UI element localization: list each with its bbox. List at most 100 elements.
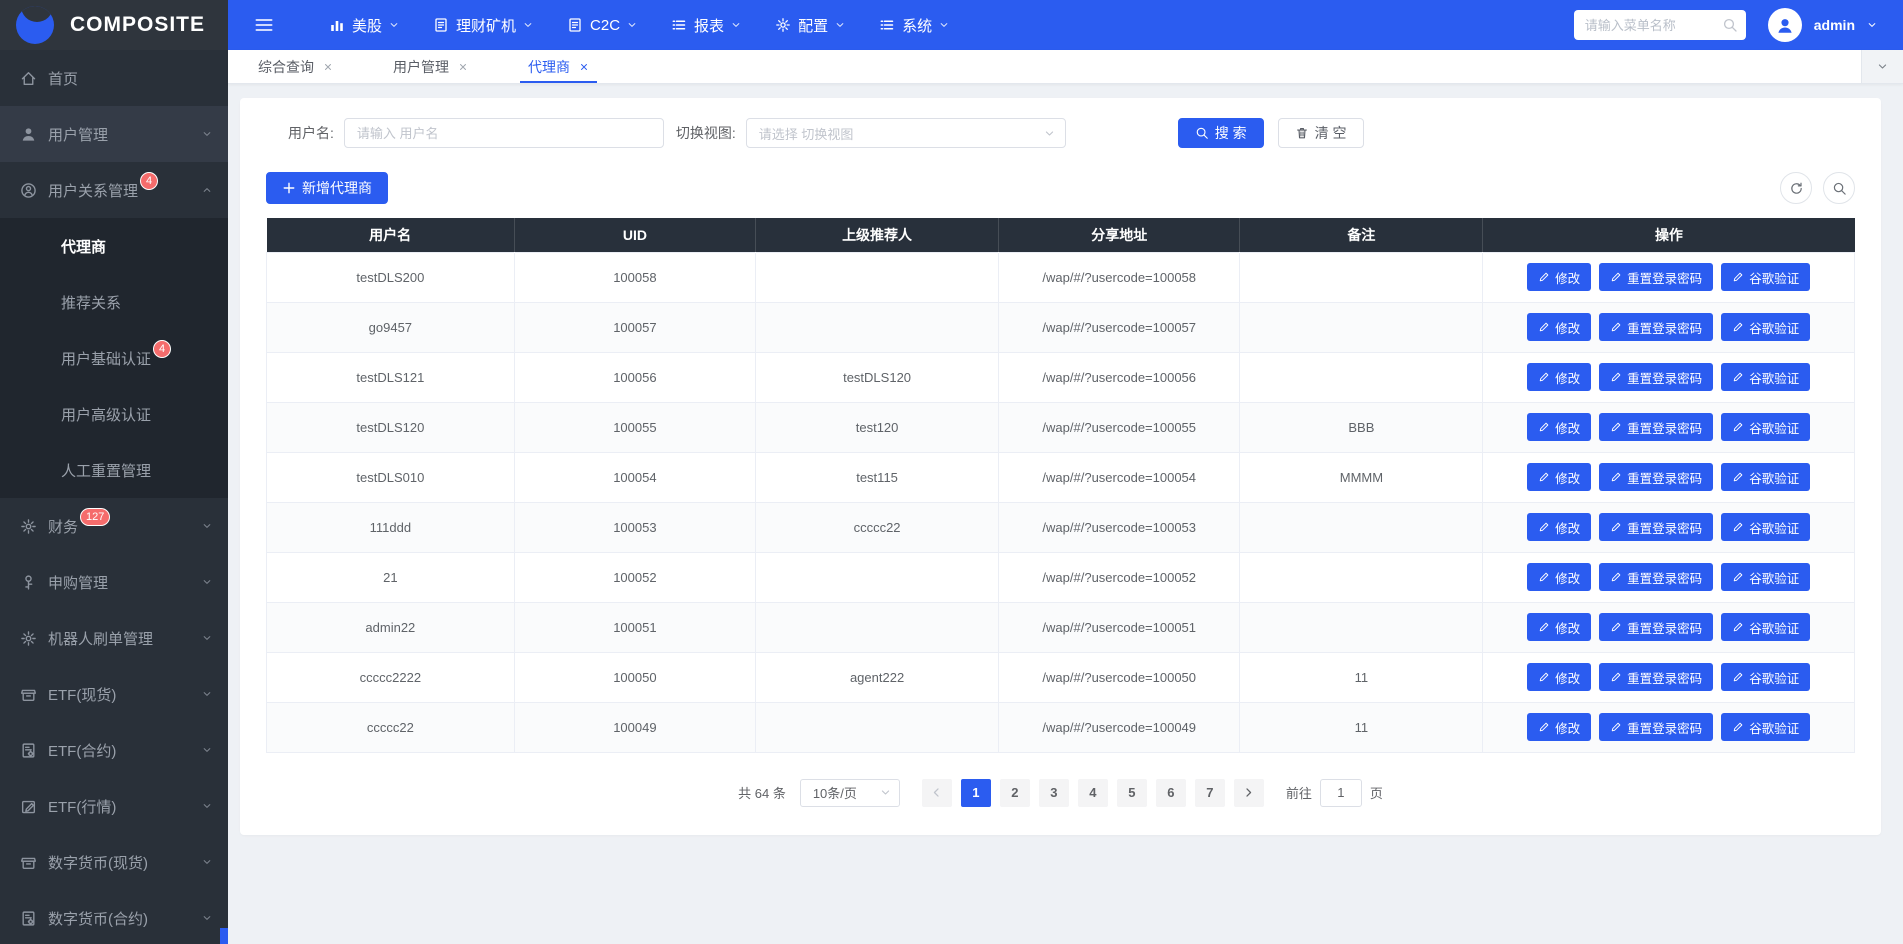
tab-user-management[interactable]: 用户管理: [385, 50, 476, 83]
page-button-1[interactable]: 1: [960, 778, 991, 807]
reset-password-button[interactable]: 重置登录密码: [1599, 663, 1714, 691]
sidebar-item-user-relation-management[interactable]: 用户关系管理 4: [0, 162, 228, 218]
reset-password-button[interactable]: 重置登录密码: [1599, 613, 1714, 641]
sidebar-scrollbar[interactable]: [220, 928, 228, 944]
sidebar-item-label: 用户关系管理: [48, 182, 139, 200]
chevron-up-icon: [202, 185, 212, 195]
edit-button[interactable]: 修改: [1527, 663, 1592, 691]
nav-item-config[interactable]: 配置: [758, 0, 862, 50]
page-size-select[interactable]: 10条/页: [799, 778, 900, 807]
reset-password-button[interactable]: 重置登录密码: [1599, 263, 1714, 291]
google-auth-button[interactable]: 谷歌验证: [1721, 513, 1811, 541]
column-search-button[interactable]: [1823, 172, 1855, 204]
sidebar-item-etf-spot[interactable]: ETF(现货): [0, 666, 228, 722]
nav-item-report[interactable]: 报表: [654, 0, 758, 50]
page-button-5[interactable]: 5: [1116, 778, 1147, 807]
column-header: UID: [514, 218, 757, 252]
cell-uid: 100050: [513, 651, 757, 703]
search-button[interactable]: 搜 索: [1177, 118, 1264, 148]
pen-icon: [1732, 321, 1744, 333]
nav-item-c2c[interactable]: C2C: [550, 0, 654, 50]
view-switch-select[interactable]: 请选择 切换视图: [745, 118, 1066, 148]
reset-password-button[interactable]: 重置登录密码: [1599, 563, 1714, 591]
search-icon[interactable]: [1722, 17, 1738, 33]
edit-button[interactable]: 修改: [1527, 463, 1592, 491]
google-auth-button[interactable]: 谷歌验证: [1721, 613, 1811, 641]
hamburger-icon[interactable]: [254, 15, 274, 35]
sidebar-item-crypto-spot[interactable]: 数字货币(现货): [0, 834, 228, 890]
username-input[interactable]: [343, 118, 664, 148]
sidebar-subitem-user-basic-auth[interactable]: 用户基础认证 4: [0, 330, 228, 386]
edit-button[interactable]: 修改: [1527, 563, 1592, 591]
clear-button[interactable]: 清 空: [1277, 118, 1364, 148]
page-button-6[interactable]: 6: [1155, 778, 1186, 807]
page-button-3[interactable]: 3: [1038, 778, 1069, 807]
google-auth-button[interactable]: 谷歌验证: [1721, 263, 1811, 291]
google-auth-button[interactable]: 谷歌验证: [1721, 313, 1811, 341]
pagination: 共 64 条 10条/页 1234567 前往 页: [266, 778, 1855, 807]
page-button-7[interactable]: 7: [1194, 778, 1225, 807]
edit-button[interactable]: 修改: [1527, 613, 1592, 641]
reset-password-button[interactable]: 重置登录密码: [1599, 313, 1714, 341]
cell-actions: 修改 重置登录密码 谷歌验证: [1482, 351, 1855, 403]
reset-password-button[interactable]: 重置登录密码: [1599, 463, 1714, 491]
sidebar-item-robot-order-management[interactable]: 机器人刷单管理: [0, 610, 228, 666]
nav-item-us-stock[interactable]: 美股: [312, 0, 416, 50]
nav-item-wealth-mining[interactable]: 理财矿机: [416, 0, 550, 50]
reset-password-button[interactable]: 重置登录密码: [1599, 363, 1714, 391]
edit-button[interactable]: 修改: [1527, 263, 1592, 291]
edit-button[interactable]: 修改: [1527, 713, 1592, 741]
edit-button[interactable]: 修改: [1527, 513, 1592, 541]
close-icon[interactable]: [579, 62, 589, 72]
sidebar-item-etf-quote[interactable]: ETF(行情): [0, 778, 228, 834]
menu-search-input[interactable]: [1573, 10, 1746, 40]
sidebar-item-user-management[interactable]: 用户管理: [0, 106, 228, 162]
cell-remark: [1239, 501, 1484, 553]
pen-icon: [1610, 621, 1622, 633]
next-page-button[interactable]: [1233, 778, 1264, 807]
chevron-down-icon[interactable]: [1867, 20, 1877, 30]
nav-item-system[interactable]: 系统: [862, 0, 966, 50]
pen-icon: [1732, 371, 1744, 383]
edit-button[interactable]: 修改: [1527, 363, 1592, 391]
reset-password-button[interactable]: 重置登录密码: [1599, 413, 1714, 441]
prev-page-button[interactable]: [921, 778, 952, 807]
avatar[interactable]: [1767, 8, 1802, 42]
pen-icon: [1610, 721, 1622, 733]
close-icon[interactable]: [323, 62, 333, 72]
sidebar-item-subscription-management[interactable]: 申购管理: [0, 554, 228, 610]
page-button-4[interactable]: 4: [1077, 778, 1108, 807]
sidebar-item-etf-contract[interactable]: ETF(合约): [0, 722, 228, 778]
reset-password-button[interactable]: 重置登录密码: [1599, 713, 1714, 741]
sidebar-subitem-user-advanced-auth[interactable]: 用户高级认证: [0, 386, 228, 442]
tab-agent[interactable]: 代理商: [520, 50, 597, 83]
cell-remark: 11: [1239, 651, 1484, 703]
tabs-overflow-button[interactable]: [1861, 50, 1903, 83]
sidebar-subitem-agent[interactable]: 代理商: [0, 218, 228, 274]
page-button-2[interactable]: 2: [999, 778, 1030, 807]
google-auth-button[interactable]: 谷歌验证: [1721, 463, 1811, 491]
cell-actions: 修改 重置登录密码 谷歌验证: [1482, 551, 1855, 603]
sidebar-subitem-referral-relation[interactable]: 推荐关系: [0, 274, 228, 330]
username-label[interactable]: admin: [1814, 17, 1855, 33]
edit-button[interactable]: 修改: [1527, 313, 1592, 341]
close-icon[interactable]: [458, 62, 468, 72]
cell-actions: 修改 重置登录密码 谷歌验证: [1482, 301, 1855, 353]
add-agent-button[interactable]: 新增代理商: [266, 172, 388, 204]
google-auth-button[interactable]: 谷歌验证: [1721, 363, 1811, 391]
google-auth-button[interactable]: 谷歌验证: [1721, 663, 1811, 691]
reset-password-button[interactable]: 重置登录密码: [1599, 513, 1714, 541]
sidebar-item-home[interactable]: 首页: [0, 50, 228, 106]
sidebar-item-finance[interactable]: 财务 127: [0, 498, 228, 554]
edit-button-label: 修改: [1555, 471, 1581, 486]
tab-combined-query[interactable]: 综合查询: [250, 50, 341, 83]
google-auth-button[interactable]: 谷歌验证: [1721, 713, 1811, 741]
google-auth-button[interactable]: 谷歌验证: [1721, 413, 1811, 441]
sidebar-item-label: 申购管理: [48, 574, 109, 592]
google-auth-button[interactable]: 谷歌验证: [1721, 563, 1811, 591]
refresh-button[interactable]: [1780, 172, 1812, 204]
goto-page-input[interactable]: [1319, 778, 1362, 807]
edit-button[interactable]: 修改: [1527, 413, 1592, 441]
sidebar-item-crypto-contract[interactable]: 数字货币(合约): [0, 890, 228, 944]
sidebar-subitem-manual-reset[interactable]: 人工重置管理: [0, 442, 228, 498]
